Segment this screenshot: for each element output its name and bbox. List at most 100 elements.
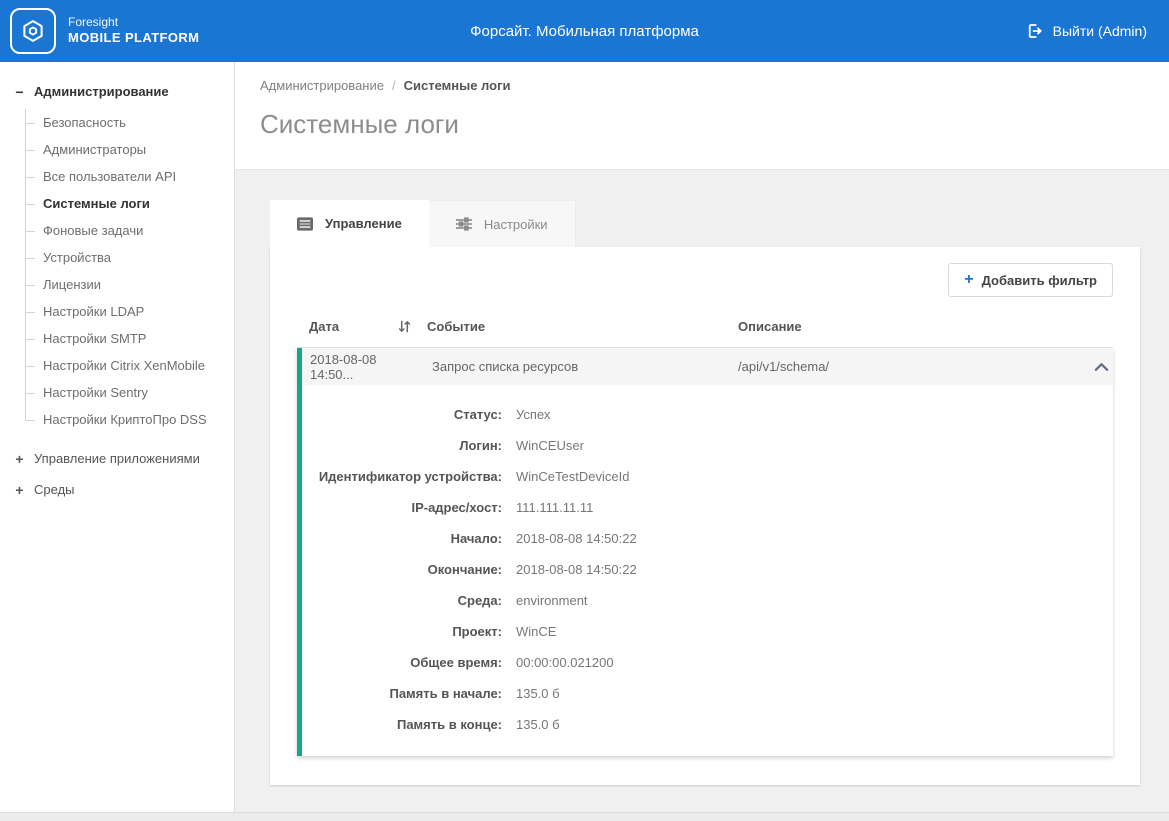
sidebar-item-cryptopro-settings[interactable]: Настройки КриптоПро DSS <box>25 406 226 433</box>
log-row-description: /api/v1/schema/ <box>738 359 1083 374</box>
sliders-icon <box>456 217 472 231</box>
detail-row-ip: IP-адрес/хост: 111.111.11.11 <box>302 492 1113 523</box>
column-label: Описание <box>738 319 802 334</box>
detail-row-environment: Среда: environment <box>302 585 1113 616</box>
logo-product: MOBILE PLATFORM <box>68 30 199 46</box>
detail-label: Статус: <box>302 407 502 422</box>
tab-label: Управление <box>325 216 402 231</box>
sidebar-item-citrix-settings[interactable]: Настройки Citrix XenMobile <box>25 352 226 379</box>
sidebar-item-background-tasks[interactable]: Фоновые задачи <box>25 217 226 244</box>
detail-row-login: Логин: WinCEUser <box>302 430 1113 461</box>
detail-value: WinCE <box>516 624 556 639</box>
sidebar-item-licenses[interactable]: Лицензии <box>25 271 226 298</box>
expand-plus-icon[interactable]: + <box>14 483 25 497</box>
sort-icon[interactable] <box>398 320 411 333</box>
column-label: Дата <box>309 319 339 334</box>
detail-label: Память в начале: <box>302 686 502 701</box>
sidebar-item-sentry-settings[interactable]: Настройки Sentry <box>25 379 226 406</box>
detail-value: 2018-08-08 14:50:22 <box>516 531 637 546</box>
detail-label: IP-адрес/хост: <box>302 500 502 515</box>
sidebar-section-app-management[interactable]: + Управление приложениями <box>10 443 226 474</box>
chevron-up-icon <box>1094 362 1109 372</box>
detail-value: WinCEUser <box>516 438 584 453</box>
horizontal-scrollbar[interactable] <box>0 812 1169 821</box>
sidebar-item-administrators[interactable]: Администраторы <box>25 136 226 163</box>
top-header: Foresight MOBILE PLATFORM Форсайт. Мобил… <box>0 0 1169 62</box>
detail-value: 135.0 б <box>516 717 560 732</box>
log-row-date: 2018-08-08 14:50... <box>302 352 432 382</box>
column-label: Событие <box>427 319 485 334</box>
log-row-event: Запрос списка ресурсов <box>432 359 738 374</box>
app-window: Foresight MOBILE PLATFORM Форсайт. Мобил… <box>0 0 1169 821</box>
collapse-row-button[interactable] <box>1090 362 1113 372</box>
sidebar-section-environments[interactable]: + Среды <box>10 474 226 505</box>
list-icon <box>297 217 313 231</box>
collapse-minus-icon[interactable]: − <box>14 85 25 99</box>
detail-value: Успех <box>516 407 550 422</box>
sidebar-item-devices[interactable]: Устройства <box>25 244 226 271</box>
detail-row-start: Начало: 2018-08-08 14:50:22 <box>302 523 1113 554</box>
detail-row-end: Окончание: 2018-08-08 14:50:22 <box>302 554 1113 585</box>
detail-value: 2018-08-08 14:50:22 <box>516 562 637 577</box>
sidebar-item-api-users[interactable]: Все пользователи API <box>25 163 226 190</box>
detail-label: Идентификатор устройства: <box>302 469 502 484</box>
column-header-date[interactable]: Дата <box>297 319 427 334</box>
breadcrumb-current: Системные логи <box>404 78 511 93</box>
plus-icon: + <box>964 272 973 288</box>
page-title: Системные логи <box>260 109 1169 140</box>
logs-panel: + Добавить фильтр Дата <box>270 247 1140 785</box>
expand-plus-icon[interactable]: + <box>14 452 25 466</box>
sidebar-section-label: Среды <box>34 482 75 497</box>
sidebar-section-administration[interactable]: − Администрирование <box>10 76 226 107</box>
foresight-hexagon-icon <box>18 16 48 46</box>
tab-settings[interactable]: Настройки <box>429 200 576 247</box>
logout-icon <box>1026 22 1044 40</box>
tab-label: Настройки <box>484 217 548 232</box>
logo-text: Foresight MOBILE PLATFORM <box>68 15 199 46</box>
add-filter-button[interactable]: + Добавить фильтр <box>948 263 1113 297</box>
log-row[interactable]: 2018-08-08 14:50... Запрос списка ресурс… <box>302 348 1113 385</box>
sidebar-item-smtp-settings[interactable]: Настройки SMTP <box>25 325 226 352</box>
detail-row-status: Статус: Успех <box>302 399 1113 430</box>
detail-row-memory-end: Память в конце: 135.0 б <box>302 709 1113 740</box>
log-detail-panel: Статус: Успех Логин: WinCEUser Идентифик… <box>302 385 1113 756</box>
sidebar-item-system-logs[interactable]: Системные логи <box>25 190 226 217</box>
breadcrumb-separator: / <box>392 78 396 93</box>
sidebar-item-ldap-settings[interactable]: Настройки LDAP <box>25 298 226 325</box>
detail-row-memory-start: Память в начале: 135.0 б <box>302 678 1113 709</box>
detail-value: WinCeTestDeviceId <box>516 469 629 484</box>
detail-label: Среда: <box>302 593 502 608</box>
logout-button[interactable]: Выйти (Admin) <box>1026 22 1147 40</box>
logo-brand: Foresight <box>68 15 199 30</box>
detail-value: 135.0 б <box>516 686 560 701</box>
sidebar-tree: Безопасность Администраторы Все пользова… <box>25 109 226 433</box>
sidebar-section-label: Администрирование <box>34 84 169 99</box>
detail-label: Общее время: <box>302 655 502 670</box>
logout-label: Выйти (Admin) <box>1053 23 1147 39</box>
table-header: Дата Событие Описание <box>297 309 1113 348</box>
detail-label: Память в конце: <box>302 717 502 732</box>
sidebar-item-security[interactable]: Безопасность <box>25 109 226 136</box>
app-title: Форсайт. Мобильная платформа <box>470 23 699 40</box>
add-filter-label: Добавить фильтр <box>982 273 1097 288</box>
detail-label: Начало: <box>302 531 502 546</box>
column-header-description: Описание <box>738 319 1083 334</box>
detail-label: Логин: <box>302 438 502 453</box>
log-entry: 2018-08-08 14:50... Запрос списка ресурс… <box>297 348 1113 756</box>
detail-label: Проект: <box>302 624 502 639</box>
detail-row-project: Проект: WinCE <box>302 616 1113 647</box>
detail-row-total-time: Общее время: 00:00:00.021200 <box>302 647 1113 678</box>
tab-management[interactable]: Управление <box>270 200 429 247</box>
sidebar-nav: − Администрирование Безопасность Админис… <box>0 62 235 821</box>
breadcrumb-parent[interactable]: Администрирование <box>260 78 384 93</box>
logs-toolbar: + Добавить фильтр <box>297 263 1113 297</box>
detail-value: environment <box>516 593 588 608</box>
breadcrumb: Администрирование / Системные логи <box>260 78 1169 93</box>
main-content: Администрирование / Системные логи Систе… <box>235 62 1169 821</box>
detail-label: Окончание: <box>302 562 502 577</box>
app-logo <box>10 8 56 54</box>
detail-value: 00:00:00.021200 <box>516 655 614 670</box>
column-header-event: Событие <box>427 319 738 334</box>
page-header: Администрирование / Системные логи Систе… <box>235 62 1169 170</box>
detail-row-device-id: Идентификатор устройства: WinCeTestDevic… <box>302 461 1113 492</box>
